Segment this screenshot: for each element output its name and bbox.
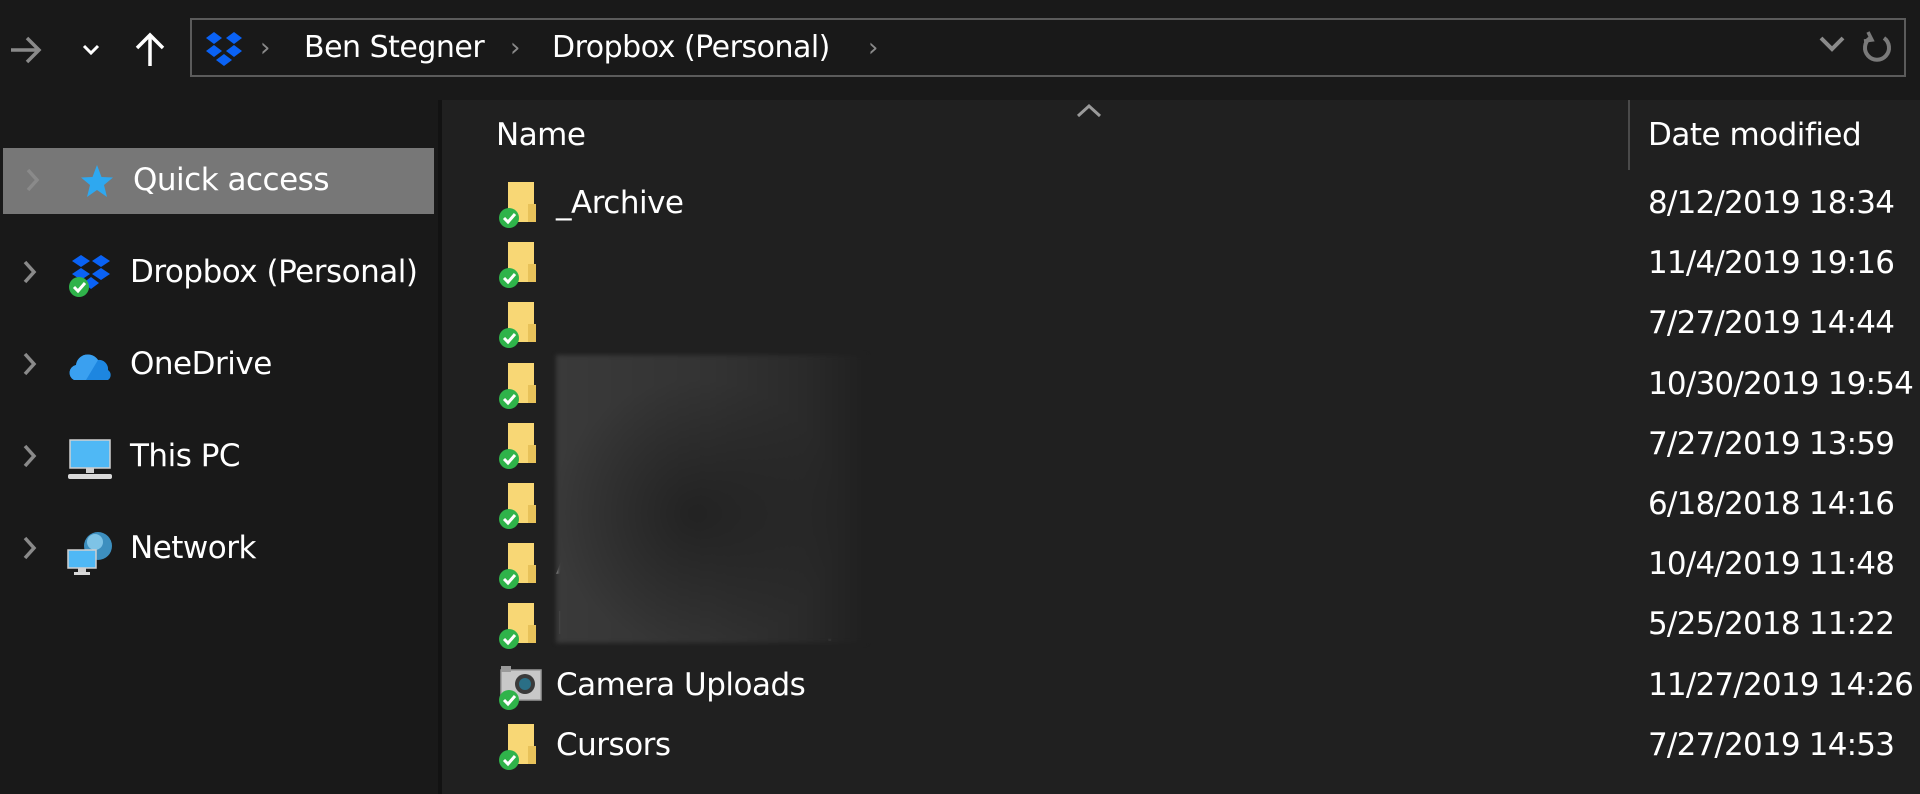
expand-chevron-icon[interactable] xyxy=(22,442,38,474)
file-row[interactable]: 7/27/2019 14:44 xyxy=(442,296,1920,356)
dropbox-synced-icon xyxy=(66,254,114,297)
expand-chevron-icon[interactable] xyxy=(22,350,38,382)
refresh-button[interactable] xyxy=(1860,30,1894,70)
up-button[interactable] xyxy=(130,22,170,78)
breadcrumb-separator[interactable]: › xyxy=(868,30,878,66)
folder-synced-icon xyxy=(498,722,544,772)
column-header-date-modified[interactable]: Date modified xyxy=(1648,114,1862,156)
navigation-pane: Quick access Dropbox (Personal) OneDrive… xyxy=(0,100,438,794)
file-date-modified: 6/18/2018 14:16 xyxy=(1648,486,1895,522)
expand-chevron-icon[interactable] xyxy=(25,166,41,198)
folder-synced-icon xyxy=(498,240,544,290)
file-row[interactable]: Camera Uploads 11/27/2019 14:26 xyxy=(442,658,1920,718)
file-date-modified: 11/27/2019 14:26 xyxy=(1648,666,1914,703)
folder-synced-icon xyxy=(498,601,544,651)
redacted-folder-names xyxy=(556,355,866,643)
sidebar-item-this-pc[interactable]: This PC xyxy=(0,424,434,490)
chevron-down-icon xyxy=(82,44,100,56)
sort-ascending-icon xyxy=(1074,100,1104,124)
folder-synced-icon xyxy=(498,421,544,471)
forward-button[interactable] xyxy=(6,22,46,78)
folder-synced-icon xyxy=(498,361,544,411)
address-history-button[interactable] xyxy=(1818,34,1846,58)
folder-synced-icon xyxy=(498,300,544,350)
camera-folder-synced-icon xyxy=(498,662,544,712)
computer-icon xyxy=(66,438,114,479)
arrow-right-icon xyxy=(11,36,42,64)
file-name[interactable]: _Archive xyxy=(556,182,684,224)
dropbox-icon xyxy=(204,30,244,72)
breadcrumb-separator[interactable]: › xyxy=(260,30,270,66)
breadcrumb-dropbox-personal[interactable]: Dropbox (Personal) xyxy=(552,29,830,67)
arrow-up-icon xyxy=(135,32,165,66)
file-name[interactable]: Cursors xyxy=(556,724,671,766)
sidebar-item-network[interactable]: Network xyxy=(0,516,434,582)
file-date-modified: 7/27/2019 14:53 xyxy=(1648,726,1895,763)
file-date-modified: 11/4/2019 19:16 xyxy=(1648,245,1895,282)
navigation-bar: › Ben Stegner › Dropbox (Personal) › xyxy=(0,0,1920,100)
column-divider[interactable] xyxy=(1628,100,1630,170)
file-row[interactable]: 11/4/2019 19:16 xyxy=(442,236,1920,296)
folder-synced-icon xyxy=(498,180,544,230)
column-header-name[interactable]: Name xyxy=(496,114,586,156)
breadcrumb-separator[interactable]: › xyxy=(510,30,520,66)
folder-synced-icon xyxy=(498,481,544,531)
sidebar-item-quick-access[interactable]: Quick access xyxy=(3,148,434,214)
file-list: Name Date modified _Archive 8/12/2019 18:… xyxy=(442,100,1920,794)
address-bar[interactable]: › Ben Stegner › Dropbox (Personal) › xyxy=(190,18,1906,77)
file-name[interactable]: Camera Uploads xyxy=(556,664,806,706)
expand-chevron-icon[interactable] xyxy=(22,534,38,566)
file-row[interactable]: Cursors 7/27/2019 14:53 xyxy=(442,718,1920,778)
folder-synced-icon xyxy=(498,541,544,591)
sidebar-item-dropbox[interactable]: Dropbox (Personal) xyxy=(0,240,434,306)
network-icon xyxy=(66,530,114,575)
refresh-icon xyxy=(1863,31,1891,62)
cloud-icon xyxy=(66,346,114,386)
sidebar-item-label: Dropbox (Personal) xyxy=(130,254,418,290)
recent-locations-button[interactable] xyxy=(76,22,106,78)
breadcrumb-ben-stegner[interactable]: Ben Stegner xyxy=(304,29,485,67)
file-date-modified: 10/4/2019 11:48 xyxy=(1648,546,1895,583)
file-date-modified: 7/27/2019 13:59 xyxy=(1648,425,1895,462)
file-date-modified: 10/30/2019 19:54 xyxy=(1648,365,1914,402)
file-date-modified: 5/25/2018 11:22 xyxy=(1648,606,1895,643)
chevron-down-icon xyxy=(1819,36,1845,52)
sidebar-item-label: OneDrive xyxy=(130,346,272,382)
file-row[interactable]: _Archive 8/12/2019 18:34 xyxy=(442,176,1920,236)
sidebar-item-label: Network xyxy=(130,530,256,566)
sidebar-item-label: Quick access xyxy=(133,162,329,198)
expand-chevron-icon[interactable] xyxy=(22,258,38,290)
file-date-modified: 7/27/2019 14:44 xyxy=(1648,305,1895,342)
file-date-modified: 8/12/2019 18:34 xyxy=(1648,185,1895,221)
sidebar-item-onedrive[interactable]: OneDrive xyxy=(0,332,434,398)
sidebar-item-label: This PC xyxy=(130,438,241,474)
star-icon xyxy=(75,162,123,202)
